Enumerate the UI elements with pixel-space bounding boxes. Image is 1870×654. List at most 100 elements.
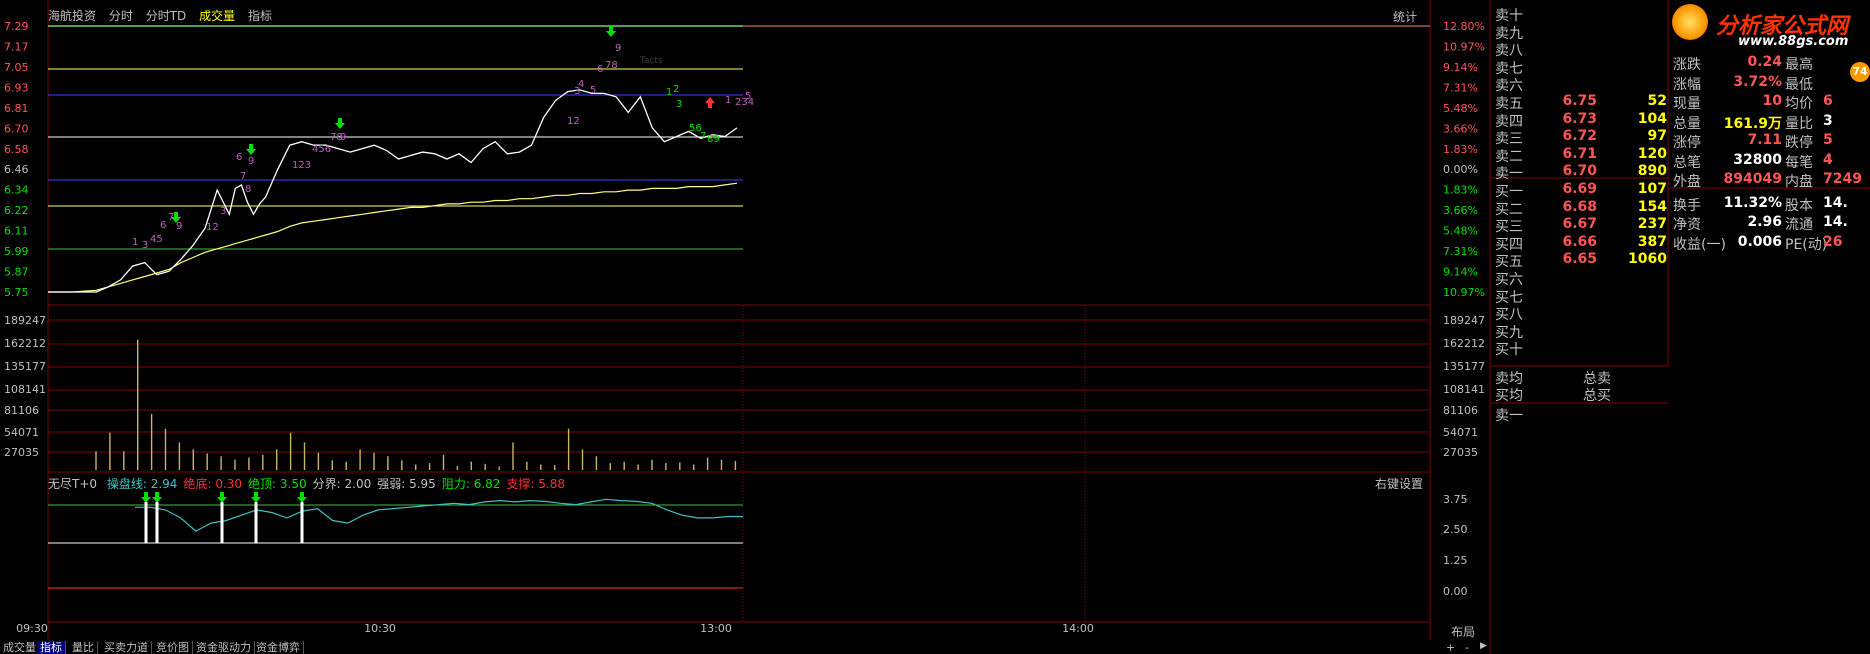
volume-tick-label: 189247 (4, 314, 46, 327)
stat-value: 3.72% (1733, 73, 1782, 90)
order-price: 6.73 (1562, 110, 1597, 127)
stat-value: 161.9万 (1723, 115, 1782, 132)
stat-label-2: 最低 (1785, 76, 1813, 93)
td-signal-number: 89 (707, 134, 720, 145)
quote-stat-row: 净资 2.96 流通 14. (1673, 214, 1870, 234)
order-book-row: 买八 (1495, 304, 1670, 323)
td-signal-number: 3 (574, 86, 580, 97)
volume-tick-label: 54071 (4, 426, 39, 439)
order-book-row: 卖三 6.72 97 (1495, 128, 1670, 147)
order-book-row: 买七 (1495, 287, 1670, 306)
indicator-header: 无尽T+0 操盘线: 2.94 绝底: 0.30 绝顶: 3.50 分界: 2.00 强… (48, 475, 571, 492)
td-signal-number: 7 (700, 131, 706, 142)
stat-label-2: 每笔 (1785, 154, 1813, 171)
order-volume: 1060 (1628, 251, 1667, 268)
price-line (48, 89, 738, 293)
tab-volume[interactable]: 成交量 (199, 9, 235, 23)
order-book-row: 买二 6.68 154 (1495, 199, 1670, 218)
td-signal-number: 9 (340, 132, 346, 143)
buy-signal-arrow-icon (152, 492, 162, 503)
order-book-row: 买九 (1495, 322, 1670, 341)
volume-tick-label-right: 81106 (1443, 404, 1478, 417)
buy-signal-bar (220, 502, 224, 543)
td-signal-number: 9 (176, 221, 182, 232)
green-down-arrow-icon (606, 26, 616, 37)
bottom-tab[interactable]: 资金驱动力 (193, 641, 255, 654)
volume-tick-label: 27035 (4, 446, 39, 459)
time-tick-label: 10:30 (364, 622, 396, 635)
td-signal-number: 12 (567, 116, 580, 127)
layout-button[interactable]: 布局 (1451, 623, 1475, 640)
stat-label: 总量 (1673, 115, 1701, 132)
tab-fenshi-td[interactable]: 分时TD (146, 9, 187, 23)
zoom-out-button[interactable]: - (1465, 641, 1469, 654)
indicator-settings[interactable]: 右键设置 (1375, 475, 1423, 492)
price-tick-label: 7.29 (4, 20, 29, 33)
order-volume: 387 (1637, 233, 1667, 250)
indicator-item-label: 阻力: (441, 477, 470, 491)
stat-value-2: 14. (1823, 214, 1848, 230)
price-tick-label: 7.05 (4, 61, 29, 74)
pct-tick-label: 9.14% (1443, 266, 1478, 279)
pct-tick-label: 9.14% (1443, 61, 1478, 74)
pct-tick-label: 1.83% (1443, 143, 1478, 156)
pct-tick-label: 5.48% (1443, 225, 1478, 238)
stat-value: 0.006 (1737, 233, 1782, 250)
bottom-tab[interactable]: 买卖力道 (101, 641, 152, 654)
scroll-right-icon[interactable]: ▶ (1480, 641, 1487, 651)
volume-tick-label: 135177 (4, 360, 46, 373)
tab-indicator[interactable]: 指标 (248, 9, 272, 23)
site-logo: 分析家公式网 www.88gs.com (1668, 2, 1870, 50)
order-book-row: 卖二 6.71 120 (1495, 146, 1670, 165)
quote-stat-row: 总量 161.9万 量比 3 (1673, 113, 1870, 133)
bottom-tab[interactable]: 资金博弈 (253, 641, 304, 654)
stat-label: 换手 (1673, 197, 1701, 214)
td-signal-number: 1 (666, 87, 672, 98)
time-tick-label: 09:30 (16, 622, 48, 635)
buy-signal-arrow-icon (141, 492, 151, 503)
td-signal-number: 45 (150, 234, 163, 245)
volume-tick-label-right: 189247 (1443, 314, 1485, 327)
order-book-row: 买四 6.66 387 (1495, 234, 1670, 253)
pct-tick-label: 5.48% (1443, 102, 1478, 115)
buy-signal-arrow-icon (297, 492, 307, 503)
flower-logo-icon (1672, 4, 1708, 40)
order-price: 6.69 (1562, 181, 1597, 197)
stat-label: 现量 (1673, 96, 1701, 112)
total-buy-label: 总买 (1583, 388, 1611, 404)
tab-fenshi[interactable]: 分时 (109, 9, 133, 23)
bottom-tab[interactable]: 竞价图 (153, 641, 193, 654)
td-signal-number: 1 (725, 95, 731, 106)
pct-tick-label: 7.31% (1443, 245, 1478, 258)
stat-label-2: 均价 (1785, 96, 1813, 112)
stat-value-2: 3 (1823, 112, 1833, 129)
pct-tick-label: 3.66% (1443, 122, 1478, 135)
buy-signal-bar (155, 502, 159, 543)
order-book-row: 卖四 6.73 104 (1495, 111, 1670, 130)
stat-label-2: PE(动) (1785, 236, 1828, 253)
bottom-tab[interactable]: 指标 (37, 641, 66, 654)
stat-value-2: 7249 (1823, 171, 1862, 187)
order-book-row: 卖七 (1495, 58, 1670, 77)
zoom-in-button[interactable]: + (1446, 641, 1455, 654)
stat-value-2: 5 (1823, 132, 1833, 148)
bottom-tab[interactable]: 量比 (69, 641, 98, 654)
order-volume: 97 (1647, 128, 1667, 145)
quote-stat-row: 总笔 32800 每笔 4 (1673, 152, 1870, 172)
order-volume: 104 (1637, 110, 1667, 127)
pct-tick-label: 12.80% (1443, 20, 1485, 33)
order-price: 6.66 (1562, 233, 1597, 250)
indicator-item-value: 5.95 (405, 477, 436, 491)
order-volume: 120 (1637, 145, 1667, 162)
order-book-row: 卖一 6.70 890 (1495, 163, 1670, 182)
price-tick-label: 6.81 (4, 102, 29, 115)
volume-tick-label: 162212 (4, 337, 46, 350)
td-signal-number: 1 (132, 237, 138, 248)
volume-tick-label: 108141 (4, 383, 46, 396)
order-price: 6.70 (1562, 163, 1597, 180)
time-tick-label: 13:00 (700, 622, 732, 635)
stat-label-2: 流通 (1785, 217, 1813, 233)
bottom-tab[interactable]: 成交量 (0, 641, 40, 654)
stat-value: 11.32% (1723, 194, 1782, 211)
stats-button[interactable]: 统计 (1393, 8, 1417, 25)
